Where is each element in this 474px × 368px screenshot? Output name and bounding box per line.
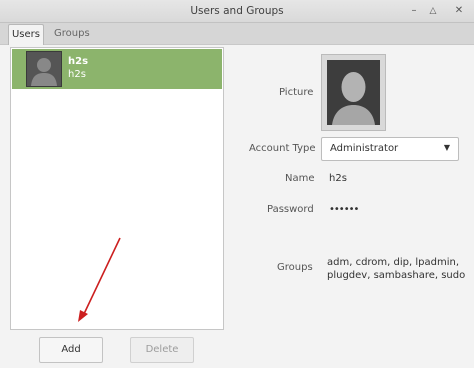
groups-label: Groups — [277, 262, 313, 273]
password-value[interactable]: •••••• — [329, 204, 359, 215]
window-title: Users and Groups — [190, 5, 284, 17]
maximize-icon[interactable]: △ — [425, 3, 441, 19]
dropdown-arrow-icon: ▼ — [443, 143, 450, 152]
name-value[interactable]: h2s — [329, 173, 347, 184]
account-type-select[interactable]: Administrator ▼ — [321, 137, 459, 161]
account-type-label: Account Type — [249, 143, 316, 154]
title-bar: Users and Groups – △ ✕ — [0, 0, 474, 23]
add-button[interactable]: Add — [39, 337, 103, 363]
user-list-item[interactable]: h2s h2s — [12, 49, 222, 89]
close-icon[interactable]: ✕ — [451, 3, 467, 19]
user-login-name: h2s — [68, 69, 86, 80]
user-display-name: h2s — [68, 56, 89, 67]
picture-button[interactable] — [321, 54, 386, 131]
password-label: Password — [267, 204, 314, 215]
delete-button[interactable]: Delete — [130, 337, 194, 363]
user-picture-icon — [327, 60, 380, 125]
user-avatar-icon — [26, 51, 62, 87]
minimize-icon[interactable]: – — [406, 3, 422, 19]
groups-value[interactable]: adm, cdrom, dip, lpadmin, plugdev, samba… — [327, 256, 467, 282]
account-type-value: Administrator — [330, 143, 399, 154]
tab-groups[interactable]: Groups — [48, 24, 96, 44]
name-label: Name — [285, 173, 315, 184]
picture-label: Picture — [279, 87, 314, 98]
annotation-arrow-icon — [78, 237, 121, 322]
tab-users[interactable]: Users — [8, 24, 44, 45]
